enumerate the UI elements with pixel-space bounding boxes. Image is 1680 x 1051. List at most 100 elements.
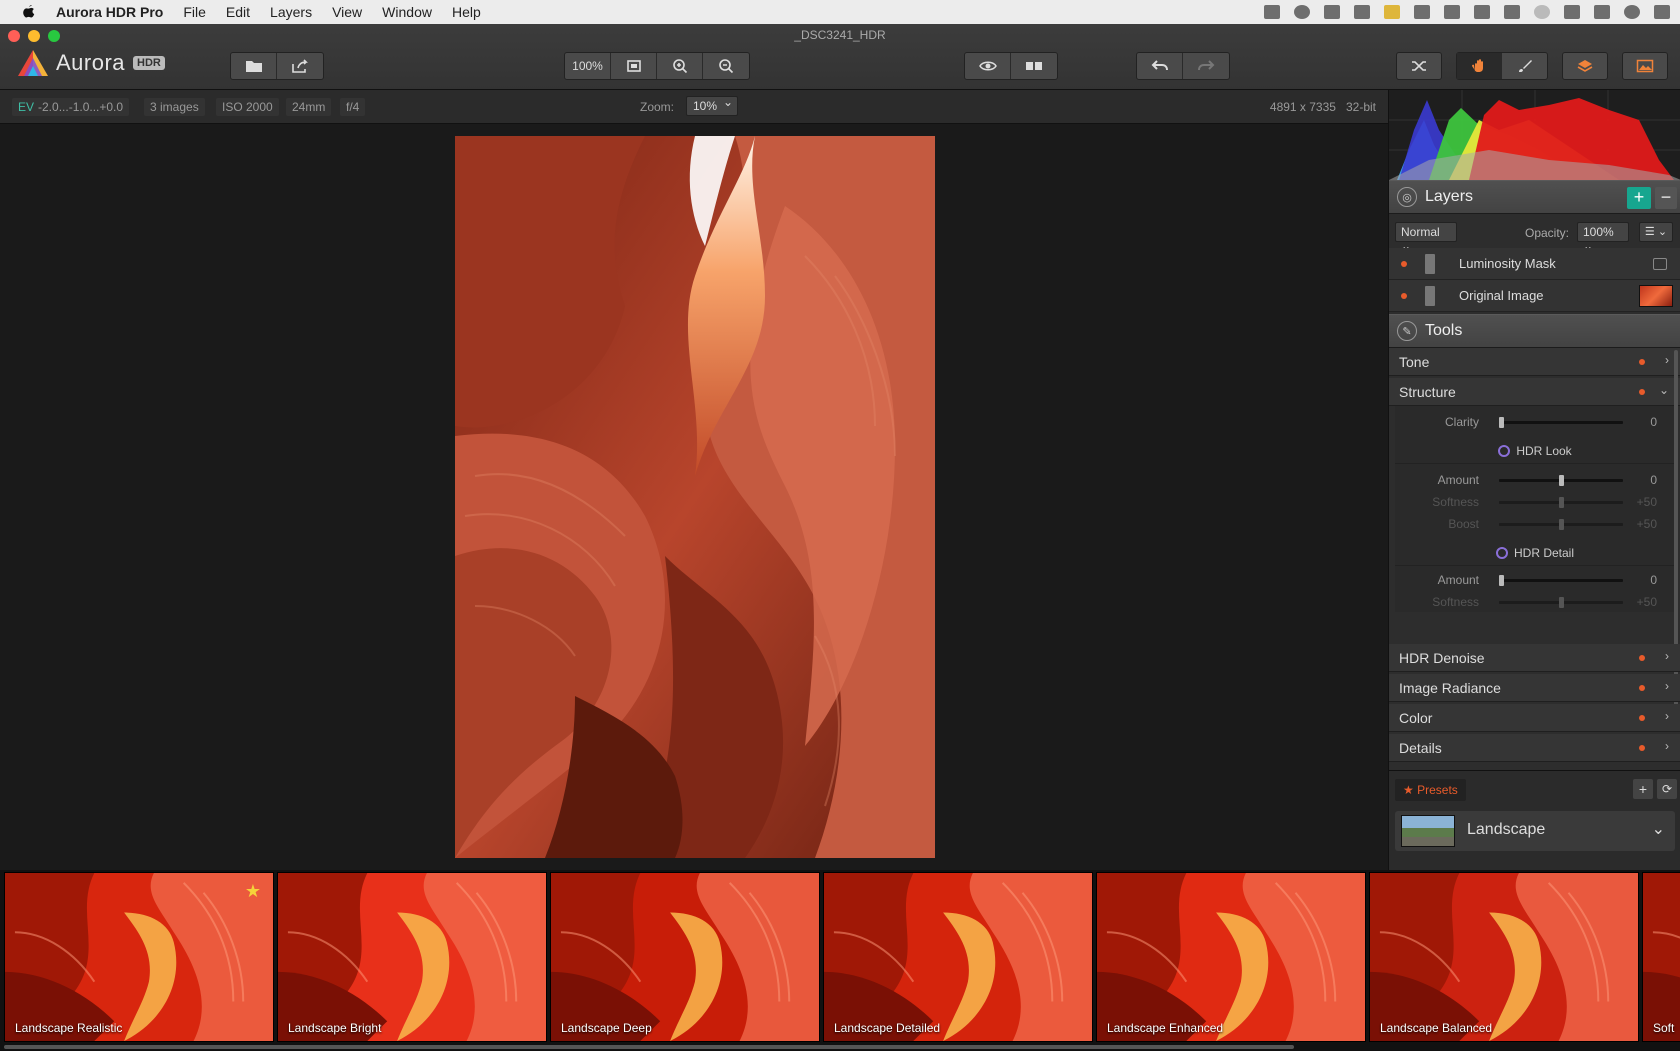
compare-button[interactable] (1011, 53, 1057, 79)
display-icon[interactable] (1414, 5, 1430, 19)
slider-label: Softness (1432, 495, 1479, 509)
preset-thumbnail[interactable]: Landscape Deep (550, 872, 820, 1042)
dropbox-icon[interactable] (1324, 5, 1340, 19)
menu-edit[interactable]: Edit (226, 4, 250, 20)
blend-mode-value: Normal (1401, 225, 1440, 239)
layers-panel-header[interactable]: ◎ Layers + − (1389, 180, 1680, 214)
tool-status-dot (1639, 685, 1645, 691)
image-canvas[interactable] (0, 124, 1388, 870)
hdr-detail-header[interactable]: HDR Detail (1395, 540, 1675, 566)
menu-window[interactable]: Window (382, 4, 432, 20)
zoom-dropdown[interactable]: 10% (686, 95, 738, 116)
slider-handle[interactable] (1499, 575, 1504, 586)
volume-icon[interactable] (1504, 5, 1520, 19)
add-layer-button[interactable]: + (1627, 187, 1651, 209)
preset-thumbnail[interactable]: Landscape Balanced (1369, 872, 1639, 1042)
remove-layer-button[interactable]: − (1655, 187, 1677, 209)
slider-handle[interactable] (1559, 519, 1564, 530)
alert-icon[interactable] (1384, 5, 1400, 19)
slider-handle[interactable] (1559, 475, 1564, 486)
hdr-look-header[interactable]: HDR Look (1395, 438, 1675, 464)
zoom-out-button[interactable] (703, 53, 749, 79)
menu-app-name[interactable]: Aurora HDR Pro (56, 4, 163, 20)
slider-handle[interactable] (1559, 497, 1564, 508)
layer-row-luminosity-mask[interactable]: Luminosity Mask (1389, 248, 1680, 280)
preset-thumbnail[interactable]: Landscape Realistic ★ (4, 872, 274, 1042)
layer-visibility-dot[interactable] (1401, 293, 1407, 299)
status-paperclip-icon[interactable] (1264, 5, 1280, 19)
menu-help[interactable]: Help (452, 4, 481, 20)
preset-thumbnail[interactable]: Soft (1642, 872, 1680, 1042)
hdr-detail-softness-slider[interactable] (1499, 597, 1623, 608)
tool-status-dot (1639, 389, 1645, 395)
menu-file[interactable]: File (183, 4, 206, 20)
hdr-detail-title: HDR Detail (1513, 546, 1574, 560)
hdr-look-amount-row: Amount 0 (1395, 468, 1675, 492)
opacity-dropdown[interactable]: 100% ⌄ (1577, 222, 1629, 253)
battery-icon[interactable] (1594, 5, 1610, 19)
window-icon[interactable] (1444, 5, 1460, 19)
status-check-icon[interactable] (1294, 5, 1310, 19)
presets-tab[interactable]: ★ Presets (1395, 779, 1466, 801)
wifi-icon[interactable] (1564, 5, 1580, 19)
undo-button[interactable] (1137, 53, 1183, 79)
main-photo[interactable] (455, 136, 935, 858)
hand-tool-button[interactable] (1457, 53, 1503, 79)
hdr-look-amount-slider[interactable] (1499, 475, 1623, 486)
focal-length: 24mm (286, 98, 332, 116)
tool-hdr-denoise[interactable]: HDR Denoise › (1389, 644, 1680, 672)
layer-row-original-image[interactable]: Original Image (1389, 280, 1680, 312)
add-preset-button[interactable]: + (1633, 779, 1653, 799)
airplay-icon[interactable] (1474, 5, 1490, 19)
preset-thumbnail[interactable]: Landscape Enhanced (1096, 872, 1366, 1042)
tool-tone[interactable]: Tone › (1389, 348, 1680, 376)
preset-preview (1370, 873, 1638, 1041)
tool-color[interactable]: Color › (1389, 704, 1680, 732)
zoom-100-button[interactable]: 100% (565, 53, 611, 79)
preview-toggle-button[interactable] (965, 53, 1011, 79)
layers-panel-button[interactable] (1563, 53, 1607, 79)
image-panel-button[interactable] (1623, 53, 1667, 79)
filmstrip-scrollbar[interactable] (4, 1045, 1294, 1049)
tool-structure[interactable]: Structure ⌄ (1389, 378, 1680, 406)
open-file-button[interactable] (231, 53, 277, 79)
layer-settings-icon[interactable] (1653, 258, 1667, 270)
preset-category-dropdown[interactable]: Landscape ⌄ (1395, 811, 1675, 851)
tool-details[interactable]: Details › (1389, 734, 1680, 762)
menu-layers[interactable]: Layers (270, 4, 312, 20)
hdr-look-boost-slider[interactable] (1499, 519, 1623, 530)
bluetooth-icon[interactable] (1534, 5, 1550, 19)
notification-list-icon[interactable] (1654, 5, 1670, 19)
layer-options-button[interactable]: ☰ ⌄ (1639, 222, 1673, 242)
preset-thumbnail[interactable]: Landscape Bright (277, 872, 547, 1042)
zoom-in-button[interactable] (657, 53, 703, 79)
hdr-look-softness-slider[interactable] (1499, 497, 1623, 508)
hdr-detail-amount-slider[interactable] (1499, 575, 1623, 586)
logo-text: Aurora (56, 50, 126, 75)
undo-icon (1151, 60, 1168, 71)
hdr-detail-softness-row: Softness +50 (1395, 590, 1675, 614)
hand-icon (1472, 59, 1483, 72)
layer-visibility-dot[interactable] (1401, 261, 1407, 267)
opacity-value: 100% (1583, 225, 1614, 239)
blend-mode-dropdown[interactable]: Normal ⌄ (1395, 222, 1457, 253)
favorite-star-icon[interactable]: ★ (245, 881, 261, 902)
spotlight-search-icon[interactable] (1624, 5, 1640, 19)
shuffle-button[interactable] (1397, 53, 1441, 79)
refresh-icon[interactable]: ⟳ (1657, 779, 1677, 799)
camera-icon[interactable] (1354, 5, 1370, 19)
apple-menu-icon[interactable] (20, 3, 38, 21)
share-button[interactable] (277, 53, 323, 79)
redo-button[interactable] (1183, 53, 1229, 79)
slider-handle[interactable] (1559, 597, 1564, 608)
tools-panel-header[interactable]: ✎ Tools (1389, 314, 1680, 348)
tool-image-radiance[interactable]: Image Radiance › (1389, 674, 1680, 702)
fit-screen-button[interactable] (611, 53, 657, 79)
preset-preview (551, 873, 819, 1041)
slider-handle[interactable] (1499, 417, 1504, 428)
hdr-detail-icon (1495, 547, 1508, 559)
clarity-slider[interactable] (1499, 417, 1623, 428)
menu-view[interactable]: View (332, 4, 362, 20)
preset-thumbnail[interactable]: Landscape Detailed (823, 872, 1093, 1042)
brush-tool-button[interactable] (1502, 53, 1547, 79)
